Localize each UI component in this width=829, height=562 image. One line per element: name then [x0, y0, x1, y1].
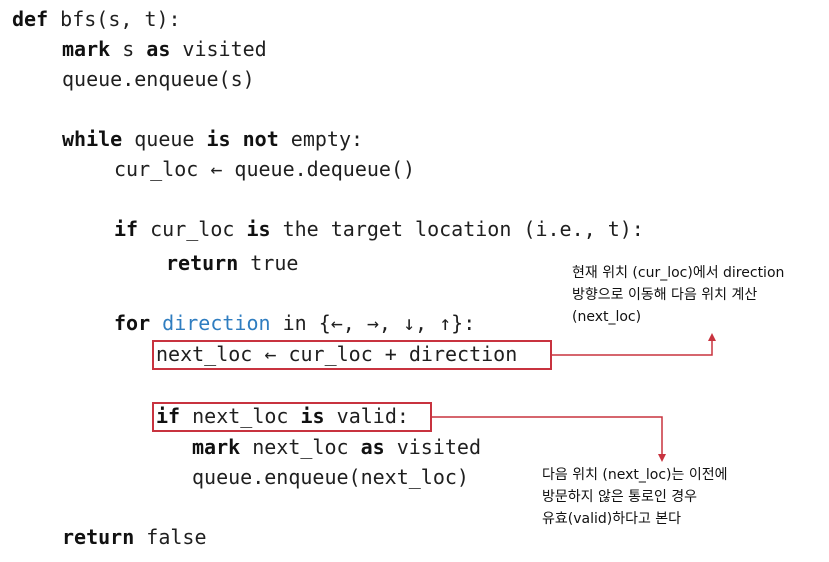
code-line-return-true: return true	[166, 248, 298, 278]
code-text: next_loc	[240, 435, 361, 459]
code-text: cur_loc	[138, 217, 247, 241]
code-line-mark-s: mark s as visited	[62, 34, 267, 64]
keyword-is-not: is not	[206, 127, 279, 151]
direction-annotation: 현재 위치 (cur_loc)에서 direction 방향으로 이동해 다음 …	[572, 265, 785, 325]
keyword-as: as	[146, 37, 171, 61]
code-text: in {←, →, ↓, ↑}:	[270, 311, 476, 335]
code-line-mark-next: mark next_loc as visited	[192, 432, 481, 462]
keyword-return: return	[166, 251, 239, 275]
code-text: valid:	[324, 404, 409, 428]
code-text: true	[238, 251, 299, 275]
code-text: queue.enqueue(s)	[62, 67, 255, 91]
code-text: empty:	[278, 127, 364, 151]
code-text: the target location (i.e., t):	[270, 217, 644, 241]
code-line-for: for direction in {←, →, ↓, ↑}:	[114, 308, 475, 338]
code-text: visited	[384, 435, 482, 459]
keyword-if: if	[156, 404, 181, 428]
keyword-return: return	[62, 525, 135, 549]
code-text: s	[110, 37, 147, 61]
code-text: cur_loc ← queue.dequeue()	[114, 157, 416, 181]
keyword-while: while	[62, 127, 123, 151]
keyword-is: is	[246, 217, 271, 241]
code-text: queue.enqueue(next_loc)	[192, 465, 469, 489]
function-signature: bfs(s, t):	[48, 7, 181, 31]
code-line-def: def bfs(s, t):	[12, 4, 181, 34]
code-text: next_loc ← cur_loc + direction	[156, 342, 518, 366]
code-line-enqueue-next: queue.enqueue(next_loc)	[192, 462, 469, 492]
code-line-if-target: if cur_loc is the target location (i.e.,…	[114, 214, 644, 244]
valid-annotation: 다음 위치 (next_loc)는 이전에 방문하지 않은 통로인 경우 유효(…	[542, 467, 728, 527]
keyword-if: if	[114, 217, 139, 241]
arrow-up-icon	[708, 333, 716, 341]
code-line-if-valid: if next_loc is valid:	[156, 401, 409, 431]
code-line-dequeue: cur_loc ← queue.dequeue()	[114, 154, 415, 184]
code-line-while: while queue is not empty:	[62, 124, 363, 154]
keyword-as: as	[360, 435, 385, 459]
direction-variable: direction	[162, 311, 271, 335]
keyword-mark: mark	[192, 435, 241, 459]
code-line-next-loc: next_loc ← cur_loc + direction	[156, 339, 517, 369]
code-text: false	[134, 525, 207, 549]
code-text: queue	[122, 127, 207, 151]
code-text: next_loc	[180, 404, 301, 428]
arrow-down-icon	[658, 454, 666, 462]
code-line-enqueue-s: queue.enqueue(s)	[62, 64, 255, 94]
code-text: visited	[170, 37, 267, 61]
keyword-def: def	[12, 7, 49, 31]
direction-note-connector	[552, 333, 716, 356]
keyword-mark: mark	[62, 37, 111, 61]
code-line-return-false: return false	[62, 522, 207, 552]
keyword-for: for	[114, 311, 151, 335]
keyword-is: is	[300, 404, 325, 428]
